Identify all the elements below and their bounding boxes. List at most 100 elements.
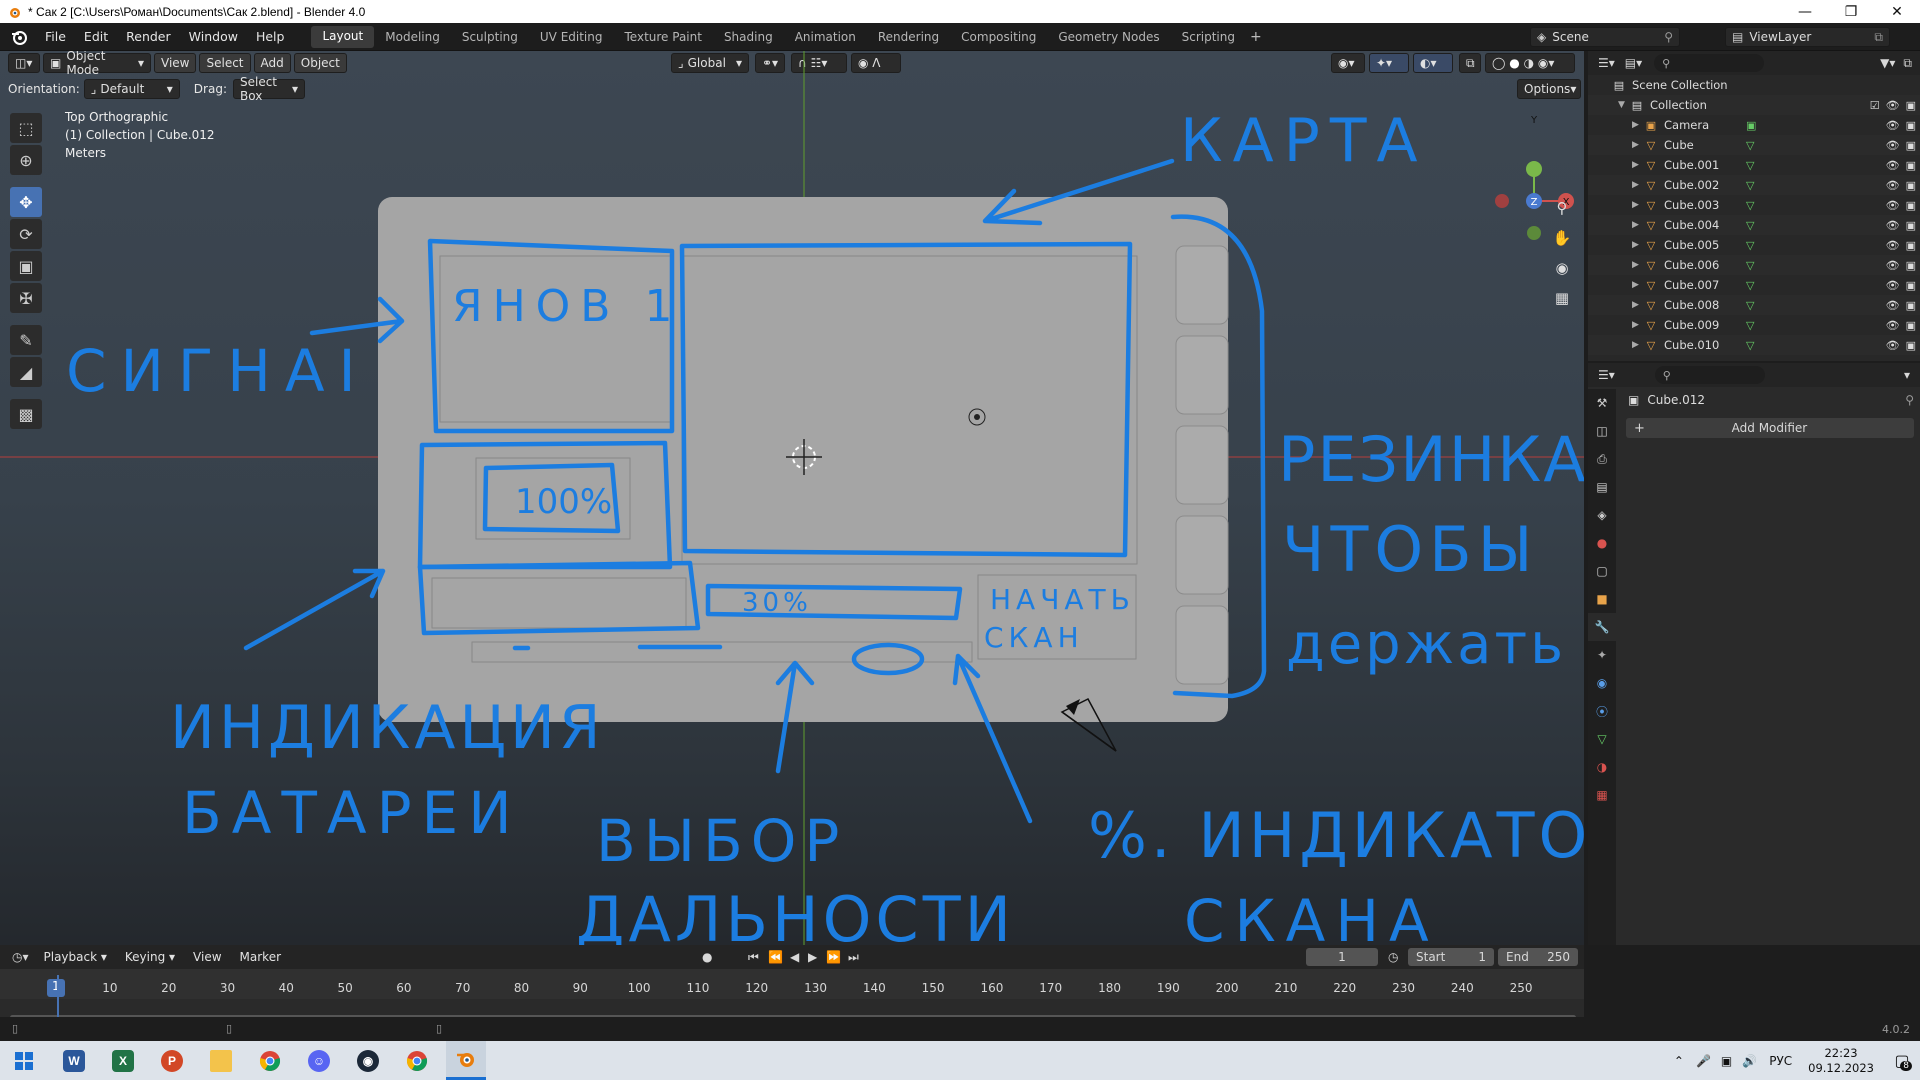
pin-icon[interactable]: ⚲ <box>1664 30 1673 44</box>
notifications-icon[interactable]: ▢ 8 <box>1884 1041 1920 1080</box>
eye-icon[interactable]: 👁 <box>1886 119 1900 132</box>
menu-render[interactable]: Render <box>117 29 180 44</box>
tab-scripting[interactable]: Scripting <box>1171 26 1246 48</box>
view-layer-selector[interactable]: ▤ ViewLayer ⧉ <box>1725 27 1890 47</box>
eye-icon[interactable]: 👁 <box>1886 319 1900 332</box>
editor-type-icon[interactable]: ◷▾ <box>12 950 29 964</box>
modifier-tab-icon[interactable]: 🔧 <box>1588 613 1616 641</box>
outliner-item[interactable]: ▶ ▽ Cube.010 ▽ 👁 ▣ <box>1588 335 1920 355</box>
timeline-tick[interactable]: 220 <box>1333 981 1356 995</box>
camera-render-icon[interactable]: ▣ <box>1906 99 1916 112</box>
checkbox-icon[interactable]: ☑ <box>1870 99 1880 112</box>
current-frame-marker[interactable]: 1 <box>47 979 65 997</box>
menu-edit[interactable]: Edit <box>75 29 117 44</box>
view-layer-tab-icon[interactable]: ▤ <box>1588 473 1616 501</box>
tab-rendering[interactable]: Rendering <box>867 26 950 48</box>
start-frame-field[interactable]: Start 1 <box>1408 948 1494 966</box>
expand-icon[interactable]: ▶ <box>1632 220 1644 230</box>
camera-render-icon[interactable]: ▣ <box>1906 339 1916 352</box>
eye-icon[interactable]: 👁 <box>1886 239 1900 252</box>
display-mode-icon[interactable]: ▤▾ <box>1625 56 1642 70</box>
expand-icon[interactable]: ▶ <box>1632 140 1644 150</box>
scene-selector[interactable]: ◈ Scene ⚲ <box>1530 27 1680 47</box>
blender-logo-icon[interactable] <box>10 28 28 46</box>
eye-icon[interactable]: 👁 <box>1886 99 1900 112</box>
camera-render-icon[interactable]: ▣ <box>1906 119 1916 132</box>
marker-menu[interactable]: Marker <box>231 950 290 964</box>
scene-collection-row[interactable]: ▤ Scene Collection <box>1588 75 1920 95</box>
tab-shading[interactable]: Shading <box>713 26 784 48</box>
minimize-button[interactable]: — <box>1782 0 1828 23</box>
mesh-data-icon[interactable]: ▽ <box>1746 199 1754 212</box>
material-tab-icon[interactable]: ◑ <box>1588 753 1616 781</box>
outliner-item[interactable]: ▶ ▽ Cube.003 ▽ 👁 ▣ <box>1588 195 1920 215</box>
pin-icon[interactable]: ⚲ <box>1905 393 1914 407</box>
chevron-up-icon[interactable]: ⌃ <box>1674 1054 1684 1068</box>
timeline-tick[interactable]: 90 <box>573 981 588 995</box>
blender-taskbar-icon[interactable] <box>446 1041 486 1080</box>
play-reverse-icon[interactable]: ◀ <box>790 950 799 964</box>
mesh-data-icon[interactable]: ▽ <box>1746 219 1754 232</box>
outliner-item[interactable]: ▶ ▽ Cube.006 ▽ 👁 ▣ <box>1588 255 1920 275</box>
timeline-tick[interactable]: 120 <box>745 981 768 995</box>
camera-render-icon[interactable]: ▣ <box>1906 239 1916 252</box>
timeline-tick[interactable]: 160 <box>980 981 1003 995</box>
windows-start-icon[interactable] <box>4 1041 44 1080</box>
tab-geometry-nodes[interactable]: Geometry Nodes <box>1047 26 1170 48</box>
prev-keyframe-icon[interactable]: ⏪ <box>768 950 783 964</box>
playback-menu[interactable]: Playback ▾ <box>35 950 116 964</box>
3d-viewport[interactable]: ◫▾ ▣ Object Mode ▾ View Select Add Objec… <box>0 51 1584 945</box>
next-keyframe-icon[interactable]: ⏩ <box>826 950 841 964</box>
mesh-data-icon[interactable]: ▽ <box>1746 239 1754 252</box>
tab-texture-paint[interactable]: Texture Paint <box>614 26 713 48</box>
clock[interactable]: 22:23 09.12.2023 <box>1798 1046 1884 1076</box>
expand-icon[interactable]: ▼ <box>1618 100 1630 110</box>
current-frame-field[interactable]: 1 <box>1306 948 1378 966</box>
camera-data-icon[interactable]: ▣ <box>1746 119 1756 132</box>
pan-hand-icon[interactable]: ✋ <box>1548 224 1576 252</box>
maximize-button[interactable]: ❐ <box>1828 0 1874 23</box>
timeline-tick[interactable]: 110 <box>686 981 709 995</box>
eye-icon[interactable]: 👁 <box>1886 199 1900 212</box>
mesh-data-icon[interactable]: ▽ <box>1746 179 1754 192</box>
camera-render-icon[interactable]: ▣ <box>1906 299 1916 312</box>
expand-icon[interactable]: ▶ <box>1632 280 1644 290</box>
discord-icon[interactable]: ☺ <box>299 1041 339 1080</box>
outliner-item[interactable]: ▶ ▽ Cube ▽ 👁 ▣ <box>1588 135 1920 155</box>
expand-icon[interactable]: ▶ <box>1632 240 1644 250</box>
data-tab-icon[interactable]: ▽ <box>1588 725 1616 753</box>
eye-icon[interactable]: 👁 <box>1886 179 1900 192</box>
camera-render-icon[interactable]: ▣ <box>1906 159 1916 172</box>
menu-help[interactable]: Help <box>247 29 294 44</box>
object-tab-icon[interactable]: ■ <box>1588 585 1616 613</box>
filter-icon[interactable]: ▼▾ <box>1880 56 1895 70</box>
camera-render-icon[interactable]: ▣ <box>1906 199 1916 212</box>
tab-animation[interactable]: Animation <box>784 26 867 48</box>
menu-file[interactable]: File <box>36 29 75 44</box>
volume-icon[interactable]: 🔊 <box>1742 1054 1757 1068</box>
expand-icon[interactable]: ▶ <box>1632 160 1644 170</box>
properties-search-input[interactable]: ⚲ <box>1654 366 1765 384</box>
jump-start-icon[interactable]: ⏮ <box>748 950 759 965</box>
file-explorer-icon[interactable] <box>201 1041 241 1080</box>
end-frame-field[interactable]: End 250 <box>1498 948 1578 966</box>
timeline-tick[interactable]: 140 <box>863 981 886 995</box>
collection-row[interactable]: ▼ ▤ Collection ☑ 👁 ▣ <box>1588 95 1920 115</box>
timeline-tick[interactable]: 180 <box>1098 981 1121 995</box>
jump-end-icon[interactable]: ⏭ <box>848 950 859 965</box>
outliner-item[interactable]: ▶ ▽ Cube.009 ▽ 👁 ▣ <box>1588 315 1920 335</box>
timeline-tick[interactable]: 130 <box>804 981 827 995</box>
mesh-data-icon[interactable]: ▽ <box>1746 299 1754 312</box>
tab-layout[interactable]: Layout <box>311 25 375 48</box>
camera-view-icon[interactable]: ◉ <box>1548 254 1576 282</box>
scene-tab-icon[interactable]: ◈ <box>1588 501 1616 529</box>
timeline-tick[interactable]: 240 <box>1451 981 1474 995</box>
timeline-tick[interactable]: 70 <box>455 981 470 995</box>
steam-icon[interactable]: ◉ <box>348 1041 388 1080</box>
chrome-alt-icon[interactable] <box>397 1041 437 1080</box>
editor-type-icon[interactable]: ☰▾ <box>1598 368 1615 382</box>
timeline-tick[interactable]: 210 <box>1274 981 1297 995</box>
view-menu[interactable]: View <box>184 950 230 964</box>
zoom-icon[interactable]: ⚲ <box>1548 194 1576 222</box>
camera-render-icon[interactable]: ▣ <box>1906 179 1916 192</box>
